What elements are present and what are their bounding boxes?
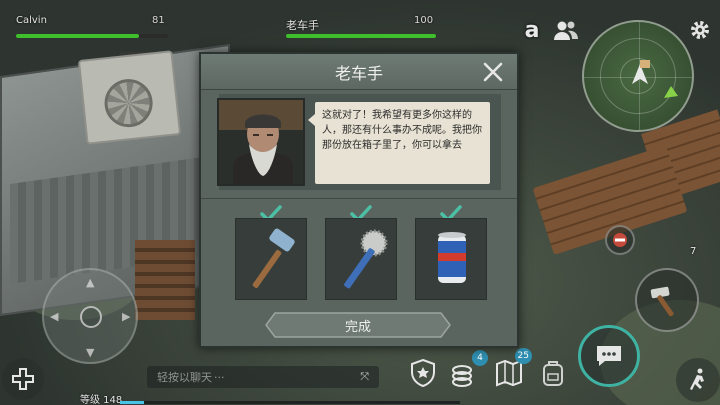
dialog-header: 老车手 bbox=[201, 54, 517, 90]
npc-hp-fill bbox=[286, 34, 436, 38]
sprint-button[interactable] bbox=[676, 358, 720, 402]
chat-ellipsis: ... bbox=[214, 368, 225, 381]
nearby-count: 7 bbox=[690, 246, 697, 257]
quest-dialog: 老车手 这就对了！我希望有更多你这样的人，那还有什么事办不成呢。我把你那份放在箱… bbox=[199, 52, 519, 348]
chest-marker-icon bbox=[640, 60, 650, 68]
quest-marker-icon bbox=[664, 86, 678, 98]
wooden-stairs bbox=[135, 240, 195, 320]
player-hp-fill bbox=[16, 34, 140, 38]
dialog-divider bbox=[201, 198, 517, 199]
arrow-left-icon: ◀ bbox=[50, 310, 59, 323]
coins-button[interactable]: 4 bbox=[448, 350, 488, 392]
chat-bubble-icon bbox=[597, 346, 621, 366]
npc-portrait bbox=[217, 98, 305, 186]
chat-placeholder: 轻按以聊天 bbox=[157, 371, 212, 384]
complete-button[interactable] bbox=[265, 312, 451, 338]
no-entry-icon bbox=[613, 233, 627, 247]
backpack-button[interactable] bbox=[536, 356, 570, 390]
xp-fill bbox=[120, 401, 144, 404]
chat-input[interactable]: 轻按以聊天 ⤧ bbox=[147, 366, 379, 388]
shield-star-icon bbox=[411, 359, 435, 387]
clan-shield-button[interactable] bbox=[406, 356, 440, 390]
hammer-icon bbox=[252, 228, 295, 288]
reward-slot-beer-can[interactable] bbox=[415, 218, 487, 300]
map-button[interactable]: 25 bbox=[492, 348, 532, 390]
npc-hp-bar bbox=[286, 34, 436, 38]
npc-name: 老车手 bbox=[286, 19, 319, 32]
amazon-icon[interactable]: a bbox=[520, 18, 544, 43]
movement-joystick[interactable]: ▲ ▼ ◀ ▶ bbox=[42, 268, 138, 364]
hammer-icon bbox=[650, 286, 674, 317]
interact-button[interactable] bbox=[605, 225, 635, 255]
plus-icon bbox=[12, 368, 34, 390]
saw-club-icon bbox=[344, 229, 388, 289]
dialog-title: 老车手 bbox=[334, 63, 383, 83]
arrow-down-icon: ▼ bbox=[86, 346, 95, 359]
xp-bar bbox=[120, 401, 460, 404]
reward-slot-saw-club[interactable] bbox=[325, 218, 397, 300]
coins-icon bbox=[452, 365, 472, 387]
attack-button[interactable] bbox=[635, 268, 699, 332]
fan-icon bbox=[102, 76, 155, 130]
npc-hp-value: 100 bbox=[414, 15, 434, 26]
npc-speech-bubble: 这就对了！我希望有更多你这样的人，那还有什么事办不成呢。我把你那份放在箱子里了，… bbox=[308, 102, 490, 184]
backpack-icon bbox=[543, 361, 563, 386]
player-hp-bar bbox=[16, 34, 168, 38]
chat-button[interactable] bbox=[578, 325, 640, 387]
running-man-icon bbox=[690, 368, 704, 390]
heal-cross-button[interactable] bbox=[2, 358, 44, 400]
minimap[interactable] bbox=[582, 20, 694, 132]
joystick-knob[interactable] bbox=[80, 306, 102, 328]
friends-icon[interactable] bbox=[552, 18, 580, 44]
coins-badge: 4 bbox=[472, 350, 488, 366]
reward-slot-hammer[interactable] bbox=[235, 218, 307, 300]
beer-can-icon bbox=[438, 232, 466, 283]
level-label: 等级 148 bbox=[80, 395, 123, 405]
air-conditioner bbox=[77, 50, 182, 145]
map-badge: 25 bbox=[514, 348, 532, 364]
player-hp-value: 81 bbox=[152, 15, 165, 26]
close-icon[interactable] bbox=[481, 60, 505, 84]
arrow-up-icon: ▲ bbox=[86, 276, 95, 289]
expand-icon[interactable]: ⤧ bbox=[360, 370, 369, 384]
player-name: Calvin bbox=[16, 15, 47, 26]
arrow-right-icon: ▶ bbox=[122, 310, 131, 323]
gear-icon[interactable] bbox=[688, 18, 712, 42]
